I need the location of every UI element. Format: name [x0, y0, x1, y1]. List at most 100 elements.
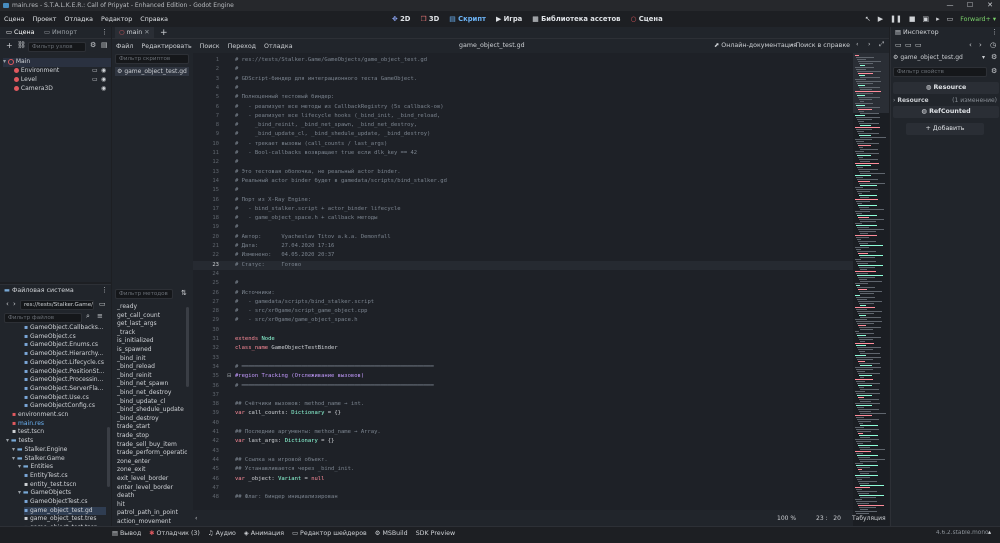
refcounted-header-button[interactable]: ◍ RefCounted: [893, 106, 999, 118]
tab-import[interactable]: ▭ Импорт: [44, 29, 77, 36]
file-item[interactable]: ▪ game_object_test.tres: [24, 515, 106, 524]
tab-game[interactable]: ▶ Игра: [491, 15, 527, 23]
scene-node-camera3d[interactable]: Camera3D ◉: [14, 85, 111, 94]
scene-file-icon[interactable]: ▭: [92, 67, 98, 76]
script-attach-icon[interactable]: ▤: [101, 41, 108, 49]
renderer-select[interactable]: Forward+ ▾: [960, 16, 996, 23]
scene-file-icon[interactable]: ▭: [92, 76, 98, 85]
path-input[interactable]: res://tests/Stalker.Game/G: [20, 300, 94, 310]
method-item[interactable]: patrol_path_in_point: [117, 509, 178, 518]
tab-msbuild[interactable]: ⚙ MSBuild: [375, 530, 408, 537]
method-item[interactable]: hit: [117, 501, 125, 510]
visibility-icon[interactable]: ◉: [101, 85, 106, 94]
history-list-icon[interactable]: ◷: [990, 41, 996, 49]
tab-main[interactable]: ○ main ✕: [115, 27, 154, 38]
tab-animation[interactable]: ◈ Анимация: [244, 530, 284, 537]
toggle-bottom-panel-icon[interactable]: ▴: [988, 529, 991, 536]
filter-settings-icon[interactable]: ⚙: [991, 67, 997, 75]
forward-arrow-icon[interactable]: ›: [13, 300, 16, 308]
script-menu-search[interactable]: Поиск: [196, 43, 224, 50]
method-item[interactable]: trade_perform_operation: [117, 449, 187, 458]
method-item[interactable]: is_initialized: [117, 337, 154, 346]
search-help-link[interactable]: ⌕ Поиск в справке: [790, 42, 850, 50]
file-item[interactable]: ▪ GameObject.Processin...: [24, 376, 106, 385]
play-icon[interactable]: ▶: [878, 15, 883, 23]
method-item[interactable]: _track: [117, 329, 135, 338]
method-item[interactable]: _bind_destroy: [117, 415, 159, 424]
method-item[interactable]: _bind_net_spawn: [117, 380, 168, 389]
layout-icon[interactable]: ▭: [99, 300, 106, 308]
file-item[interactable]: ▪ environment.scn: [12, 411, 106, 420]
tab-shader-editor[interactable]: ▭ Редактор шейдеров: [292, 530, 367, 537]
stop-icon[interactable]: ■: [909, 15, 916, 23]
file-item[interactable]: ▪ GameObject.Callbacks...: [24, 324, 106, 333]
remote-debug-icon[interactable]: ↖: [865, 15, 871, 23]
scene-node-main[interactable]: ▾ Main: [3, 58, 111, 67]
file-item[interactable]: ▪ GameObjectConfig.cs: [24, 402, 106, 411]
tab-2d[interactable]: ✥ 2D: [387, 15, 415, 23]
method-item[interactable]: zone_enter: [117, 458, 150, 467]
method-item[interactable]: get_call_count: [117, 312, 160, 321]
folder-item[interactable]: ▾ ▬ Stalker.Engine: [12, 446, 106, 455]
method-item[interactable]: _bind_update_cl: [117, 398, 165, 407]
maximize-button[interactable]: ☐: [960, 0, 980, 11]
tab-assetlib[interactable]: ▦ Библиотека ассетов: [527, 15, 625, 23]
method-list-scrollbar[interactable]: [186, 307, 189, 387]
method-item[interactable]: _bind_net_destroy: [117, 389, 171, 398]
visibility-icon[interactable]: ◉: [101, 67, 106, 76]
filesystem-tab[interactable]: ▬ Файловая система: [4, 287, 74, 294]
file-item[interactable]: ▪ GameObjectTest.cs: [24, 498, 106, 507]
pause-icon[interactable]: ❚❚: [890, 15, 902, 23]
object-menu-icon[interactable]: ⚙: [991, 53, 997, 61]
method-item[interactable]: enter_level_border: [117, 484, 173, 493]
file-item[interactable]: ▪ test.tscn: [12, 428, 106, 437]
file-filter-input[interactable]: Фильтр файлов: [4, 313, 82, 323]
history-forward-icon[interactable]: ›: [979, 41, 982, 49]
code-minimap[interactable]: [853, 53, 889, 526]
add-metadata-button[interactable]: + Добавить метаданные: [906, 123, 984, 135]
dock-menu-icon[interactable]: ⋮: [101, 28, 108, 36]
save-resource-icon[interactable]: ▭: [915, 41, 922, 49]
back-arrow-icon[interactable]: ‹: [6, 300, 9, 308]
menu-editor[interactable]: Редактор: [97, 16, 136, 23]
method-item[interactable]: _bind_reinit: [117, 372, 152, 381]
method-item[interactable]: trade_start: [117, 423, 150, 432]
script-menu-goto[interactable]: Переход: [224, 43, 260, 50]
resource-header-button[interactable]: ◍ Resource: [893, 82, 999, 94]
folder-item[interactable]: ▾ ▬ tests: [6, 437, 106, 446]
method-item[interactable]: _ready: [117, 303, 137, 312]
minimize-button[interactable]: —: [940, 0, 960, 11]
file-item[interactable]: ▪ GameObject.Use.cs: [24, 394, 106, 403]
distraction-free-icon[interactable]: ⤢: [879, 41, 884, 49]
tab-scene[interactable]: ○ Сцена: [625, 15, 667, 23]
menu-debug[interactable]: Отладка: [60, 16, 97, 23]
dock-menu-icon[interactable]: ⋮: [101, 286, 108, 294]
folder-item[interactable]: ▾ ▬ Entities: [18, 463, 106, 472]
history-back-icon[interactable]: ‹: [969, 41, 972, 49]
method-item[interactable]: trade_stop: [117, 432, 149, 441]
instance-icon[interactable]: ⛓: [17, 41, 26, 49]
resource-selector[interactable]: ⚙ game_object_test.gd ▾: [893, 53, 987, 63]
folder-item[interactable]: ▾ ▬ GameObjects: [18, 489, 106, 498]
zoom-level[interactable]: 100 %: [777, 511, 796, 526]
method-item[interactable]: death: [117, 492, 134, 501]
method-item[interactable]: _bind_reload: [117, 363, 155, 372]
tab-debugger[interactable]: ✱ Отладчик (3): [149, 530, 200, 537]
movie-icon[interactable]: ▭: [947, 15, 954, 23]
new-tab-icon[interactable]: +: [160, 27, 168, 38]
file-item[interactable]: ▪ GameObject.PositionSt...: [24, 368, 106, 377]
tab-script[interactable]: ▤ Скрипт: [444, 15, 491, 23]
search-icon[interactable]: ⌕: [86, 312, 90, 321]
add-node-icon[interactable]: +: [6, 41, 13, 50]
folder-item[interactable]: ▾ ▬ Stalker.Game: [12, 455, 106, 464]
menu-scene[interactable]: Сцена: [0, 16, 29, 23]
method-item[interactable]: action_movement: [117, 518, 171, 526]
file-tree-scrollbar[interactable]: [107, 427, 110, 487]
next-script-icon[interactable]: ›: [868, 41, 871, 48]
tab-3d[interactable]: ❒ 3D: [415, 15, 444, 23]
filter-options-icon[interactable]: ⚙: [90, 41, 96, 49]
prev-script-icon[interactable]: ‹: [856, 41, 859, 48]
file-item[interactable]: ▪ GameObject.ServerFla...: [24, 385, 106, 394]
sort-methods-icon[interactable]: ⇅: [181, 289, 187, 297]
file-item[interactable]: ▪ entity_test.tscn: [24, 481, 106, 490]
